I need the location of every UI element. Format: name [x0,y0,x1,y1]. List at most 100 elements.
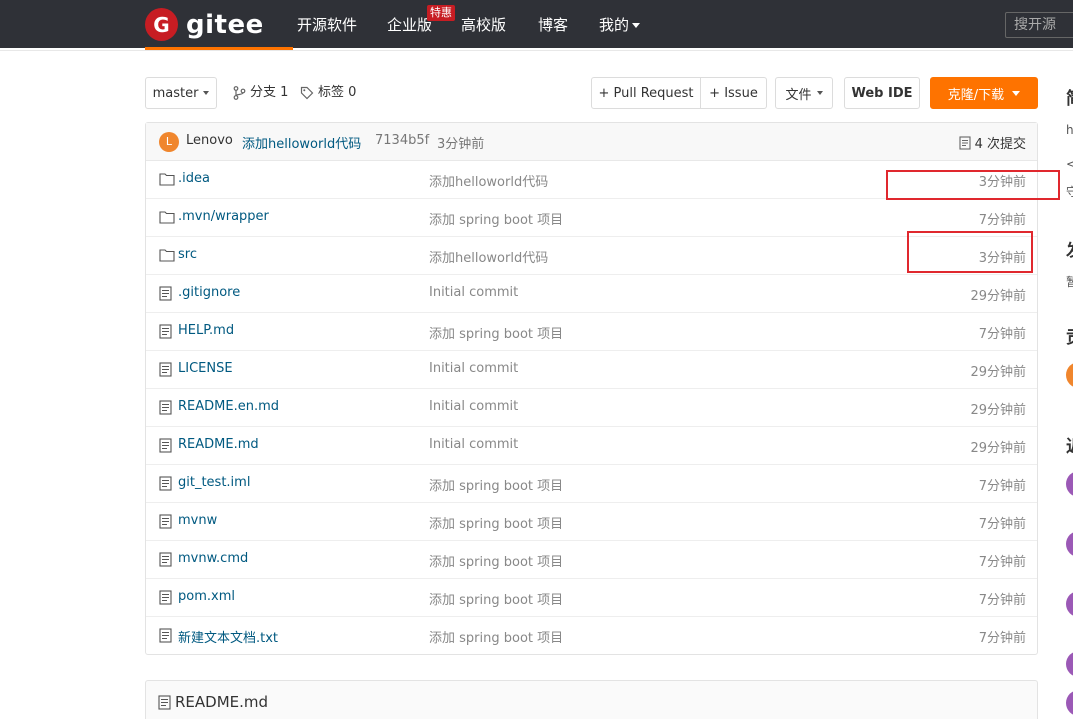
file-icon [159,438,175,454]
file-commit-message[interactable]: 添加 spring boot 项目 [429,475,563,494]
web-ide-button[interactable]: Web IDE [844,77,920,109]
file-commit-time: 7分钟前 [978,631,1026,646]
file-name-link[interactable]: mvnw [178,513,217,528]
file-commit-time: 7分钟前 [978,479,1026,494]
search-input[interactable]: 搜开源 [1005,12,1073,38]
file-icon [159,476,175,492]
avatar[interactable] [1066,531,1073,557]
gitee-logo[interactable]: G gitee [145,8,264,41]
branch-icon [233,86,246,100]
nav-blog[interactable]: 博客 [538,15,568,35]
file-commit-message[interactable]: Initial commit [429,285,518,300]
file-commit-message[interactable]: Initial commit [429,361,518,376]
file-name-link[interactable]: README.en.md [178,399,279,414]
file-name-link[interactable]: README.md [178,437,259,452]
file-name-link[interactable]: mvnw.cmd [178,551,248,566]
file-name-link[interactable]: .gitignore [178,285,240,300]
table-row[interactable]: LICENSE Initial commit 29分钟前 [146,351,1037,389]
branch-select-label: master [152,85,199,101]
table-row[interactable]: README.en.md Initial commit 29分钟前 [146,389,1037,427]
promo-badge: 特惠 [427,5,455,21]
branches-label: 分支 1 [250,85,289,100]
file-commit-time: 7分钟前 [978,327,1026,342]
table-row[interactable]: src 添加helloworld代码 3分钟前 [146,237,1037,275]
nav-mine-label: 我的 [599,16,630,34]
tags-label: 标签 0 [318,85,357,100]
branch-select[interactable]: master [145,77,217,109]
clone-download-button[interactable]: 克隆/下载 [930,77,1038,109]
pull-request-button[interactable]: + Pull Request [591,77,701,109]
file-name-link[interactable]: LICENSE [178,361,233,376]
chevron-down-icon [816,91,823,95]
sidebar-heading: 发 [1066,236,1073,261]
avatar[interactable] [1066,471,1073,497]
file-commit-message[interactable]: 添加helloworld代码 [429,247,548,266]
commits-icon [959,135,971,150]
file-name-link[interactable]: 新建文本文档.txt [178,627,278,646]
clone-label: 克隆/下载 [947,87,1005,103]
tags-link[interactable]: 标签 0 [300,84,356,102]
nav-education[interactable]: 高校版 [461,15,506,35]
table-row[interactable]: .gitignore Initial commit 29分钟前 [146,275,1037,313]
file-icon [158,694,171,710]
table-row[interactable]: mvnw.cmd 添加 spring boot 项目 7分钟前 [146,541,1037,579]
table-row[interactable]: README.md Initial commit 29分钟前 [146,427,1037,465]
file-icon [159,286,175,302]
readme-panel: README.md [145,680,1038,719]
nav-enterprise[interactable]: 企业版 [387,15,432,35]
avatar[interactable] [1066,690,1073,716]
table-row[interactable]: .mvn/wrapper 添加 spring boot 项目 7分钟前 [146,199,1037,237]
sidebar-text: < [1066,157,1073,171]
top-navbar: G gitee 开源软件 企业版 特惠 高校版 博客 我的 搜开源 [0,0,1073,48]
file-name-link[interactable]: pom.xml [178,589,235,604]
file-commit-time: 29分钟前 [970,441,1026,456]
avatar[interactable] [1066,362,1073,388]
table-row[interactable]: 新建文本文档.txt 添加 spring boot 项目 7分钟前 [146,617,1037,655]
commit-author[interactable]: Lenovo [186,133,233,148]
file-commit-message[interactable]: 添加 spring boot 项目 [429,627,563,646]
logo-text: gitee [186,9,264,40]
nav-open-source[interactable]: 开源软件 [297,15,357,35]
file-name-link[interactable]: .mvn/wrapper [178,209,269,224]
avatar[interactable]: L [159,132,179,152]
latest-commit-bar: L Lenovo 添加helloworld代码 7134b5f 3分钟前 4 次… [146,123,1037,161]
commit-hash[interactable]: 7134b5f [375,133,429,148]
file-name-link[interactable]: git_test.iml [178,475,250,490]
avatar[interactable] [1066,591,1073,617]
file-commit-time: 29分钟前 [970,365,1026,380]
file-commit-time: 7分钟前 [978,593,1026,608]
issue-button[interactable]: + Issue [700,77,767,109]
nav-mine[interactable]: 我的 [599,15,641,35]
file-commit-message[interactable]: Initial commit [429,399,518,414]
chevron-down-icon [632,23,641,28]
file-commit-time: 7分钟前 [978,213,1026,228]
file-menu-button[interactable]: 文件 [775,77,833,109]
file-commit-message[interactable]: 添加 spring boot 项目 [429,589,563,608]
divider [0,50,1073,51]
tag-icon [300,86,314,100]
avatar[interactable] [1066,651,1073,677]
annotation-box [886,170,1060,200]
file-icon [159,590,175,606]
file-name-link[interactable]: src [178,247,197,262]
table-row[interactable]: git_test.iml 添加 spring boot 项目 7分钟前 [146,465,1037,503]
commit-count-link[interactable]: 4 次提交 [959,133,1026,152]
folder-icon [159,248,175,264]
file-commit-message[interactable]: Initial commit [429,437,518,452]
file-commit-message[interactable]: 添加 spring boot 项目 [429,323,563,342]
table-row[interactable]: mvnw 添加 spring boot 项目 7分钟前 [146,503,1037,541]
file-commit-message[interactable]: 添加 spring boot 项目 [429,513,563,532]
sidebar-text: 暂 [1066,275,1073,289]
table-row[interactable]: pom.xml 添加 spring boot 项目 7分钟前 [146,579,1037,617]
readme-title-label: README.md [175,693,269,711]
file-commit-message[interactable]: 添加 spring boot 项目 [429,551,563,570]
file-commit-time: 7分钟前 [978,517,1026,532]
file-name-link[interactable]: .idea [178,171,210,186]
commit-message[interactable]: 添加helloworld代码 [242,133,361,152]
file-name-link[interactable]: HELP.md [178,323,234,338]
file-commit-message[interactable]: 添加helloworld代码 [429,171,548,190]
folder-icon [159,210,175,226]
table-row[interactable]: HELP.md 添加 spring boot 项目 7分钟前 [146,313,1037,351]
file-commit-message[interactable]: 添加 spring boot 项目 [429,209,563,228]
branches-link[interactable]: 分支 1 [233,84,288,102]
